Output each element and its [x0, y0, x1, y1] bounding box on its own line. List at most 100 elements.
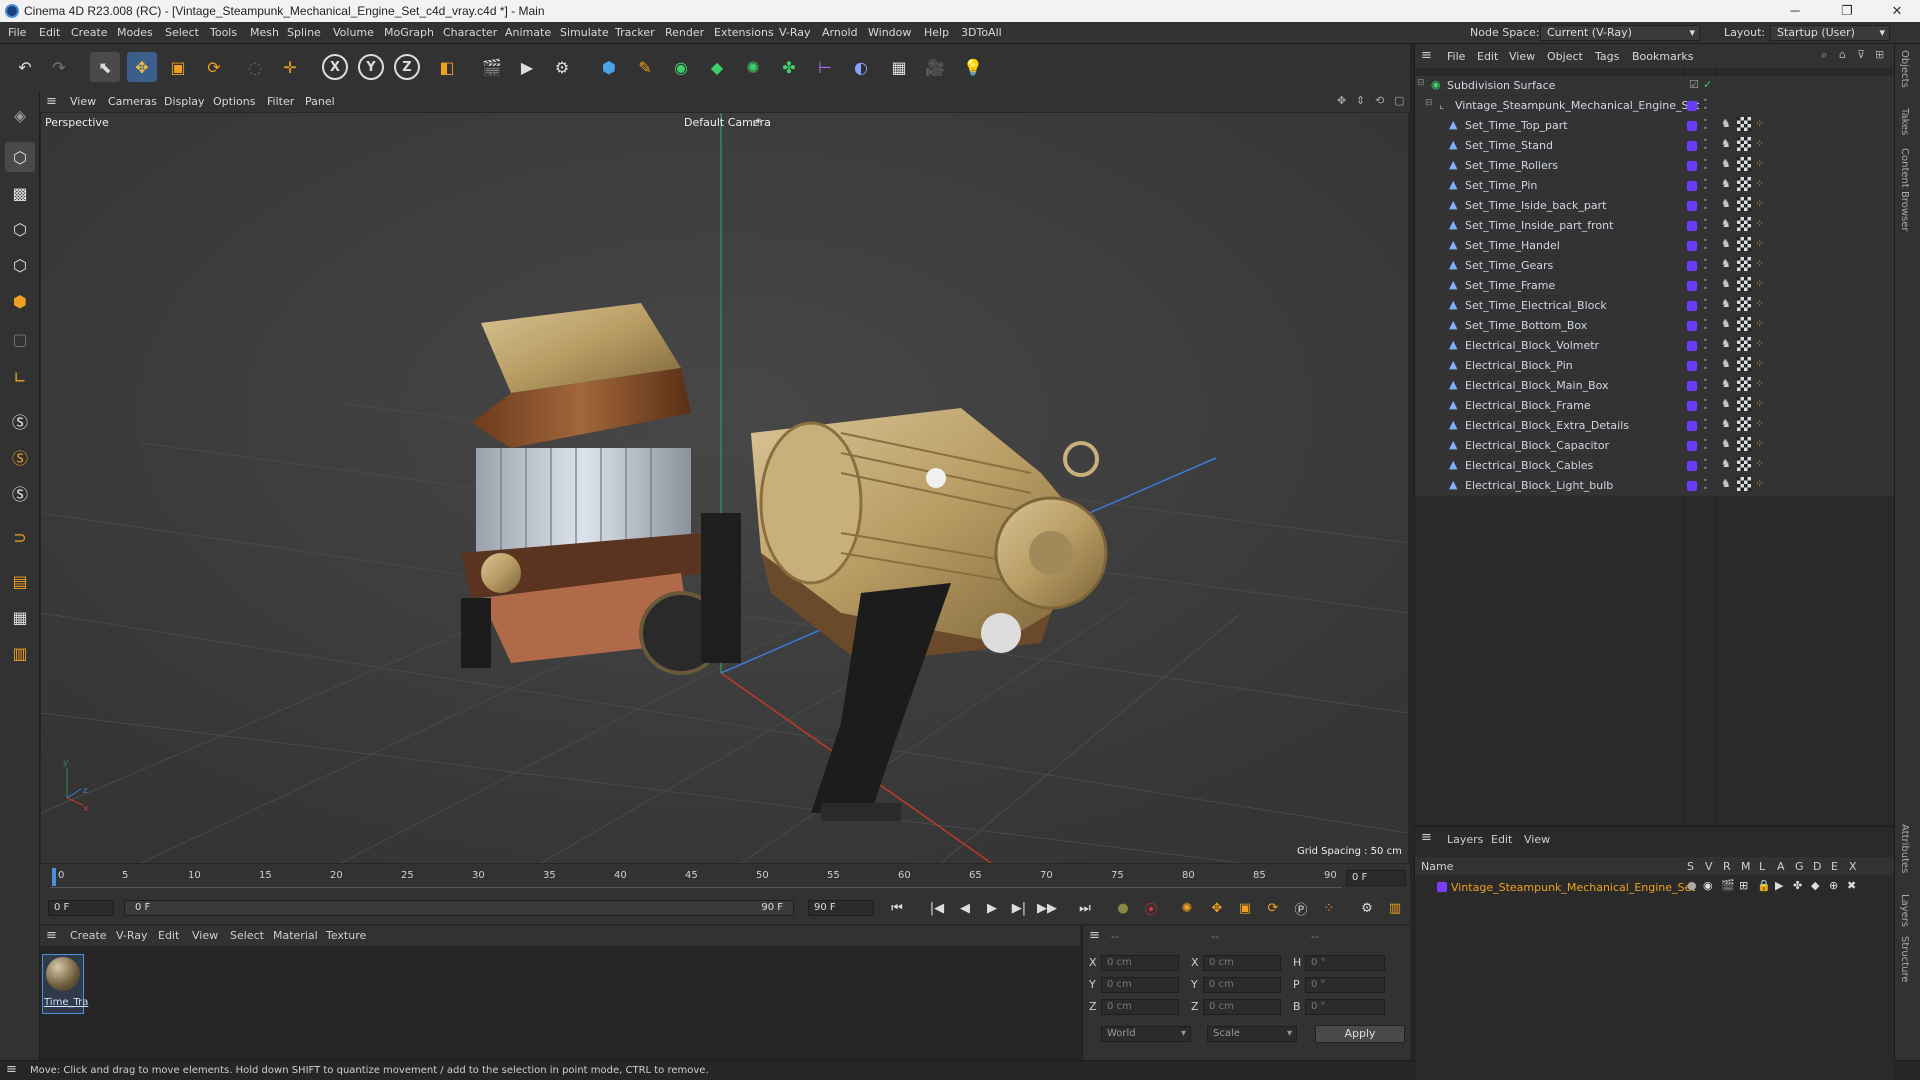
- visibility-dots-icon[interactable]: • •: [1703, 137, 1708, 153]
- menu-extensions[interactable]: Extensions: [714, 26, 774, 39]
- material-tag-icon[interactable]: [1737, 457, 1751, 471]
- layer-color-swatch[interactable]: [1437, 882, 1447, 892]
- viewport-menu-cameras[interactable]: Cameras: [108, 95, 157, 108]
- scheme-settings-icon[interactable]: ⚙: [1356, 897, 1378, 919]
- texture-tag-icon[interactable]: ⁘: [1755, 337, 1764, 350]
- close-button[interactable]: ✕: [1874, 0, 1920, 22]
- menu-tools[interactable]: Tools: [210, 26, 237, 39]
- texture-tag-icon[interactable]: ⁘: [1755, 217, 1764, 230]
- object-row[interactable]: ▲ Electrical_Block_Light_bulb • • ♞ ⁘: [1415, 476, 1895, 496]
- workplane-icon[interactable]: ▤: [5, 566, 35, 596]
- model-mode-icon[interactable]: ⬡: [5, 142, 35, 172]
- layer-menu-view[interactable]: View: [1524, 833, 1550, 846]
- snap-icon[interactable]: Ⓢ: [5, 406, 35, 436]
- material-tag-icon[interactable]: [1737, 177, 1751, 191]
- layer-color-swatch[interactable]: [1687, 101, 1697, 111]
- visibility-dots-icon[interactable]: • •: [1703, 157, 1708, 173]
- previous-frame-icon[interactable]: ◀: [954, 897, 976, 919]
- material-tag-icon[interactable]: [1737, 357, 1751, 371]
- layer-color-swatch[interactable]: [1687, 441, 1697, 451]
- menu-3dtoall[interactable]: 3DToAll: [961, 26, 1002, 39]
- material-menu-select[interactable]: Select: [230, 929, 264, 942]
- texture-tag-icon[interactable]: ⁘: [1755, 137, 1764, 150]
- object-row[interactable]: ▲ Electrical_Block_Frame • • ♞ ⁘: [1415, 396, 1895, 416]
- camera-icon[interactable]: 🎥: [920, 52, 950, 82]
- y-axis-lock-icon[interactable]: Y: [358, 54, 384, 80]
- position-y-field[interactable]: 0 cm: [1101, 977, 1179, 993]
- tab-takes[interactable]: Takes: [1899, 108, 1910, 135]
- object-row-group[interactable]: ⊟ ⌞ Vintage_Steampunk_Mechanical_Engine_…: [1415, 96, 1895, 116]
- object-row[interactable]: ▲ Set_Time_Bottom_Box • • ♞ ⁘: [1415, 316, 1895, 336]
- menu-window[interactable]: Window: [868, 26, 911, 39]
- visibility-dots-icon[interactable]: • •: [1703, 257, 1708, 273]
- layer-color-swatch[interactable]: [1687, 321, 1697, 331]
- texture-tag-icon[interactable]: ⁘: [1755, 397, 1764, 410]
- key-parameter-icon[interactable]: Ⓟ: [1290, 897, 1312, 919]
- go-to-end-icon[interactable]: ⏭: [1074, 897, 1096, 919]
- tab-attributes[interactable]: Attributes: [1899, 824, 1910, 873]
- menu-mesh[interactable]: Mesh: [250, 26, 279, 39]
- layer-color-swatch[interactable]: [1687, 181, 1697, 191]
- home-icon[interactable]: ⌂: [1839, 48, 1846, 61]
- texture-tag-icon[interactable]: ⁘: [1755, 297, 1764, 310]
- cube-primitive-icon[interactable]: ⬢: [594, 52, 624, 82]
- coordinate-space-dropdown[interactable]: World ▾: [1101, 1026, 1191, 1042]
- layer-lock-icon[interactable]: 🔒: [1757, 879, 1771, 892]
- new-window-icon[interactable]: ⊞: [1875, 48, 1884, 61]
- layer-color-swatch[interactable]: [1687, 361, 1697, 371]
- menu-help[interactable]: Help: [924, 26, 949, 39]
- vray-tag-icon[interactable]: ♞: [1721, 437, 1731, 450]
- uv-mode-icon[interactable]: ▢: [5, 324, 35, 354]
- tab-layers[interactable]: Layers: [1899, 894, 1910, 927]
- menu-animate[interactable]: Animate: [505, 26, 551, 39]
- visibility-dots-icon[interactable]: • •: [1703, 317, 1708, 333]
- object-menu-bookmarks[interactable]: Bookmarks: [1632, 50, 1693, 63]
- texture-tag-icon[interactable]: ⁘: [1755, 277, 1764, 290]
- object-row[interactable]: ▲ Set_Time_Electrical_Block • • ♞ ⁘: [1415, 296, 1895, 316]
- hamburger-menu-icon[interactable]: ≡: [46, 928, 57, 943]
- texture-mode-icon[interactable]: ▩: [5, 178, 35, 208]
- layer-color-swatch[interactable]: [1687, 481, 1697, 491]
- next-frame-icon[interactable]: ▶|: [1008, 897, 1030, 919]
- texture-tag-icon[interactable]: ⁘: [1755, 257, 1764, 270]
- coordinate-mode-dropdown[interactable]: Scale ▾: [1207, 1026, 1297, 1042]
- previous-key-icon[interactable]: |◀: [926, 897, 948, 919]
- material-tag-icon[interactable]: [1737, 157, 1751, 171]
- material-menu-texture[interactable]: Texture: [326, 929, 366, 942]
- points-mode-icon[interactable]: ⬡: [5, 214, 35, 244]
- make-editable-icon[interactable]: ◈: [5, 100, 35, 130]
- menu-modes[interactable]: Modes: [117, 26, 153, 39]
- visibility-dots-icon[interactable]: • •: [1703, 357, 1708, 373]
- start-frame-field[interactable]: 0 F: [48, 900, 114, 916]
- next-key-icon[interactable]: ▶▶: [1036, 897, 1058, 919]
- light-icon[interactable]: 💡: [958, 52, 988, 82]
- menu-edit[interactable]: Edit: [39, 26, 60, 39]
- spline-pen-icon[interactable]: ✎: [630, 52, 660, 82]
- vray-tag-icon[interactable]: ♞: [1721, 317, 1731, 330]
- layer-solo-icon[interactable]: ●: [1687, 879, 1697, 892]
- object-row[interactable]: ▲ Set_Time_Pin • • ♞ ⁘: [1415, 176, 1895, 196]
- play-icon[interactable]: ▶: [981, 897, 1003, 919]
- material-menu-material[interactable]: Material: [273, 929, 318, 942]
- visibility-dots-icon[interactable]: • •: [1703, 437, 1708, 453]
- vray-tag-icon[interactable]: ♞: [1721, 417, 1731, 430]
- object-row[interactable]: ▲ Electrical_Block_Main_Box • • ♞ ⁘: [1415, 376, 1895, 396]
- material-menu-edit[interactable]: Edit: [158, 929, 179, 942]
- object-row[interactable]: ▲ Electrical_Block_Volmetr • • ♞ ⁘: [1415, 336, 1895, 356]
- menu-arnold[interactable]: Arnold: [822, 26, 858, 39]
- menu-simulate[interactable]: Simulate: [560, 26, 609, 39]
- live-selection-icon[interactable]: ◌: [240, 52, 270, 82]
- snap-settings-icon[interactable]: Ⓢ: [5, 442, 35, 472]
- layout-dropdown[interactable]: Startup (User) ▾: [1770, 25, 1890, 41]
- vray-tag-icon[interactable]: ♞: [1721, 297, 1731, 310]
- current-frame-field[interactable]: 0 F: [1346, 870, 1406, 886]
- vray-tag-icon[interactable]: ♞: [1721, 117, 1731, 130]
- move-tool-icon[interactable]: ✥: [127, 52, 157, 82]
- axis-mode-icon[interactable]: ∟: [5, 362, 35, 392]
- layer-color-swatch[interactable]: [1687, 341, 1697, 351]
- visibility-dots-icon[interactable]: • •: [1703, 177, 1708, 193]
- viewport-menu-filter[interactable]: Filter: [267, 95, 294, 108]
- key-position-icon[interactable]: ✥: [1206, 897, 1228, 919]
- hamburger-menu-icon[interactable]: ≡: [1089, 928, 1100, 943]
- undo-icon[interactable]: ↶: [10, 52, 40, 82]
